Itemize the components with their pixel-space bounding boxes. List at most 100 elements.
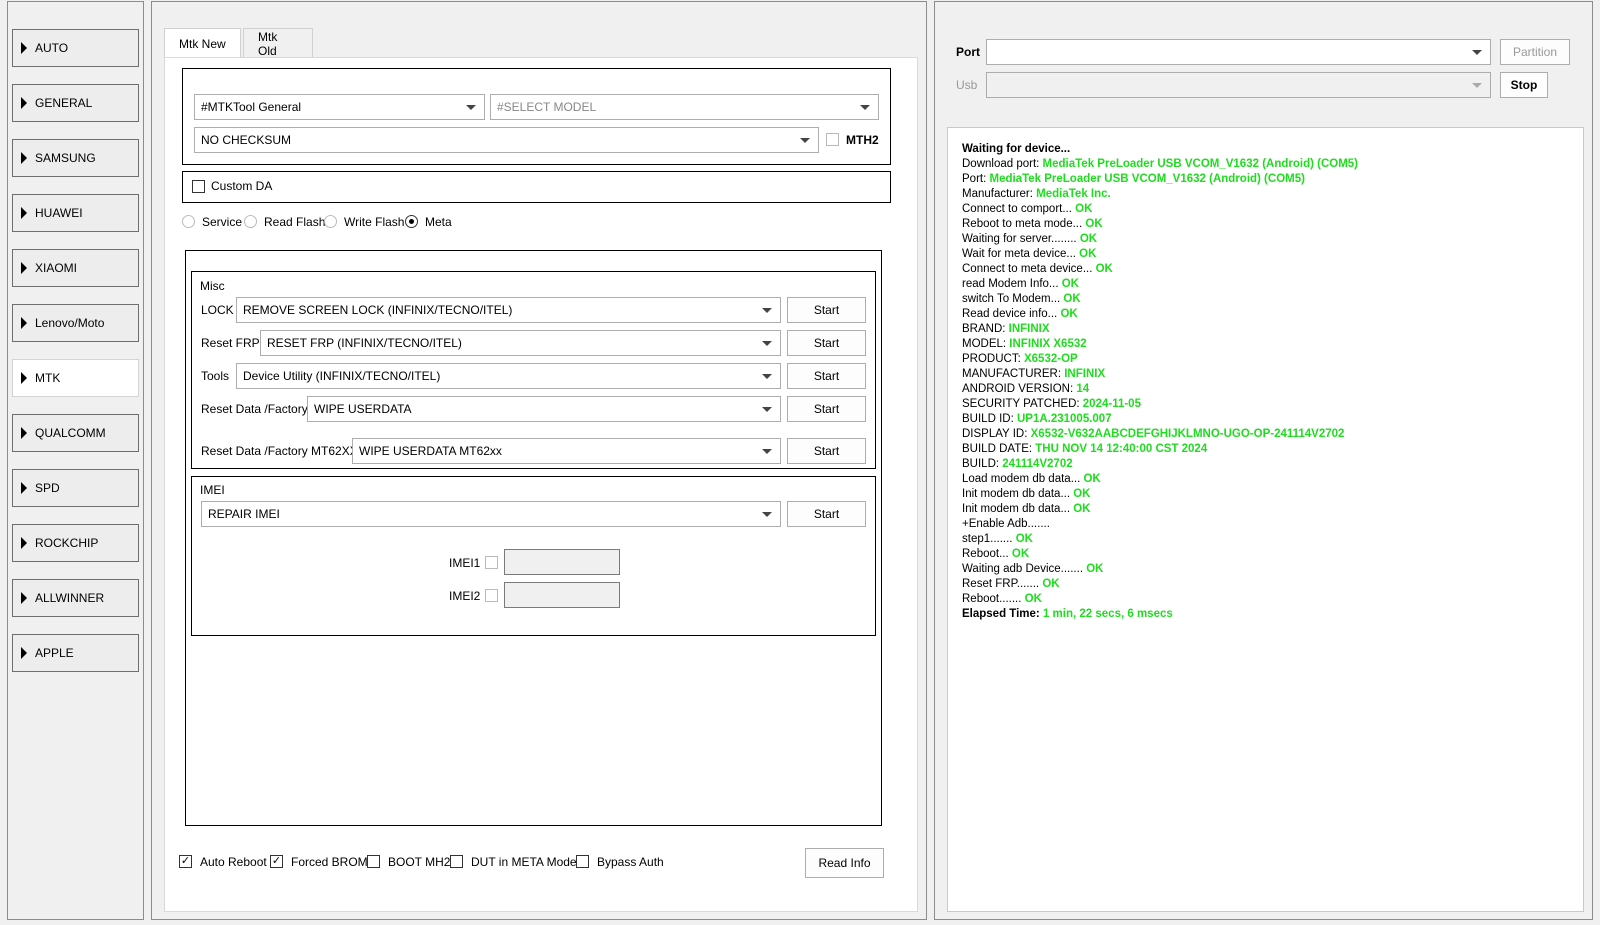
reset-frp-select-value: RESET FRP (INFINIX/TECNO/ITEL) bbox=[267, 336, 462, 350]
log-line-text: Download port: bbox=[962, 158, 1043, 170]
imei-start-button[interactable]: Start bbox=[787, 501, 866, 527]
log-line-status: OK bbox=[1061, 278, 1079, 290]
model-select[interactable]: #SELECT MODEL bbox=[490, 94, 879, 120]
log-line-status: MediaTek Inc. bbox=[1036, 188, 1111, 200]
custom-da-box: Custom DA bbox=[182, 171, 891, 203]
sidebar-item-samsung[interactable]: SAMSUNG bbox=[12, 139, 139, 177]
sidebar-item-qualcomm[interactable]: QUALCOMM bbox=[12, 414, 139, 452]
read-info-button[interactable]: Read Info bbox=[805, 848, 884, 878]
reset-frp-start-button[interactable]: Start bbox=[787, 330, 866, 356]
dut-meta-mode-checkbox[interactable] bbox=[450, 855, 463, 868]
tools-select[interactable]: Device Utility (INFINIX/TECNO/ITEL) bbox=[236, 363, 781, 389]
tools-start-button[interactable]: Start bbox=[787, 363, 866, 389]
log-line: Init modem db data... OK bbox=[962, 487, 1583, 502]
log-line: MODEL: INFINIX X6532 bbox=[962, 337, 1583, 352]
sidebar-item-general[interactable]: GENERAL bbox=[12, 84, 139, 122]
triangle-right-icon bbox=[21, 482, 27, 494]
mode-read-flash-radio[interactable] bbox=[244, 215, 257, 228]
lock-label: LOCK bbox=[201, 303, 234, 317]
log-line: Waiting for server........ OK bbox=[962, 232, 1583, 247]
reset-data-mt62xx-start-button[interactable]: Start bbox=[787, 438, 866, 464]
triangle-right-icon bbox=[21, 372, 27, 384]
mth2-checkbox[interactable] bbox=[826, 133, 839, 146]
log-line-text: Reset FRP....... bbox=[962, 578, 1043, 590]
operations-box: Misc LOCK REMOVE SCREEN LOCK (INFINIX/TE… bbox=[185, 250, 882, 826]
tool-select[interactable]: #MTKTool General bbox=[194, 94, 485, 120]
tab-mtk-new[interactable]: Mtk New bbox=[164, 28, 241, 58]
sidebar-item-rockchip[interactable]: ROCKCHIP bbox=[12, 524, 139, 562]
bypass-auth-checkbox[interactable] bbox=[576, 855, 589, 868]
log-line: Port: MediaTek PreLoader USB VCOM_V1632 … bbox=[962, 172, 1583, 187]
log-line-status: 14 bbox=[1076, 383, 1090, 395]
stop-button[interactable]: Stop bbox=[1500, 72, 1548, 98]
log-line-text: Reboot... bbox=[962, 548, 1012, 560]
log-line-status: OK bbox=[1079, 233, 1098, 245]
radio-selected-dot bbox=[409, 219, 414, 224]
log-line: Connect to meta device... OK bbox=[962, 262, 1583, 277]
log-line-text: MODEL: bbox=[962, 338, 1010, 350]
reset-data-mt62xx-select[interactable]: WIPE USERDATA MT62xx bbox=[352, 438, 781, 464]
custom-da-checkbox[interactable] bbox=[192, 180, 205, 193]
imei1-checkbox[interactable] bbox=[485, 556, 498, 569]
boot-mh2-checkbox[interactable] bbox=[367, 855, 380, 868]
sidebar-item-label: XIAOMI bbox=[35, 261, 78, 275]
log-line-text: PRODUCT: bbox=[962, 353, 1024, 365]
log-line-text: BUILD DATE: bbox=[962, 443, 1036, 455]
imei-select[interactable]: REPAIR IMEI bbox=[201, 501, 781, 527]
log-line-status: OK bbox=[1042, 578, 1060, 590]
auto-reboot-checkbox[interactable]: ✓ bbox=[179, 855, 192, 868]
mode-write-flash-radio[interactable] bbox=[324, 215, 337, 228]
reset-data-start-button[interactable]: Start bbox=[787, 396, 866, 422]
log-line: read Modem Info... OK bbox=[962, 277, 1583, 292]
chevron-down-icon bbox=[762, 407, 772, 412]
tab-mtk-old[interactable]: Mtk Old bbox=[243, 28, 313, 58]
usb-select[interactable] bbox=[986, 72, 1491, 98]
log-line-text: Init modem db data... bbox=[962, 488, 1074, 500]
misc-group: Misc LOCK REMOVE SCREEN LOCK (INFINIX/TE… bbox=[191, 271, 876, 469]
chevron-down-icon bbox=[762, 449, 772, 454]
mode-read-flash-label: Read Flash bbox=[264, 215, 326, 229]
log-line: Reboot....... OK bbox=[962, 592, 1583, 607]
triangle-right-icon bbox=[21, 42, 27, 54]
sidebar-item-spd[interactable]: SPD bbox=[12, 469, 139, 507]
log-line-text: BUILD: bbox=[962, 458, 1003, 470]
lock-start-button[interactable]: Start bbox=[787, 297, 866, 323]
log-line-status: OK bbox=[1075, 203, 1093, 215]
triangle-right-icon bbox=[21, 317, 27, 329]
tab-content: #MTKTool General #SELECT MODEL NO CHECKS… bbox=[164, 57, 918, 912]
checksum-select[interactable]: NO CHECKSUM bbox=[194, 127, 819, 153]
mode-meta-radio[interactable] bbox=[405, 215, 418, 228]
sidebar-item-apple[interactable]: APPLE bbox=[12, 634, 139, 672]
log-line-text: Connect to meta device... bbox=[962, 263, 1096, 275]
lock-select[interactable]: REMOVE SCREEN LOCK (INFINIX/TECNO/ITEL) bbox=[236, 297, 781, 323]
sidebar-item-mtk[interactable]: MTK bbox=[12, 359, 139, 397]
imei2-checkbox[interactable] bbox=[485, 589, 498, 602]
triangle-right-icon bbox=[21, 97, 27, 109]
reset-frp-select[interactable]: RESET FRP (INFINIX/TECNO/ITEL) bbox=[260, 330, 781, 356]
partition-button[interactable]: Partition bbox=[1500, 39, 1570, 65]
log-line: Wait for meta device... OK bbox=[962, 247, 1583, 262]
sidebar-item-allwinner[interactable]: ALLWINNER bbox=[12, 579, 139, 617]
tools-label: Tools bbox=[201, 369, 230, 383]
sidebar-item-lenovo-moto[interactable]: Lenovo/Moto bbox=[12, 304, 139, 342]
usb-label: Usb bbox=[956, 78, 978, 92]
log-line-status: INFINIX bbox=[1064, 368, 1106, 380]
imei1-field[interactable] bbox=[504, 549, 620, 575]
reset-data-select[interactable]: WIPE USERDATA bbox=[307, 396, 781, 422]
dut-meta-mode-label: DUT in META Mode bbox=[471, 855, 577, 869]
imei2-field[interactable] bbox=[504, 582, 620, 608]
log-line-text: BUILD ID: bbox=[962, 413, 1017, 425]
sidebar-item-huawei[interactable]: HUAWEI bbox=[12, 194, 139, 232]
port-select[interactable] bbox=[986, 39, 1491, 65]
mode-service-radio[interactable] bbox=[182, 215, 195, 228]
log-line-status: OK bbox=[1086, 563, 1104, 575]
log-line-text: Init modem db data... bbox=[962, 503, 1074, 515]
sidebar-item-xiaomi[interactable]: XIAOMI bbox=[12, 249, 139, 287]
sidebar-item-label: MTK bbox=[35, 371, 61, 385]
forced-brom-checkbox[interactable]: ✓ bbox=[270, 855, 283, 868]
chevron-down-icon bbox=[466, 105, 476, 110]
log-line-status: OK bbox=[1085, 218, 1103, 230]
log-line-status: THU NOV 14 12:40:00 CST 2024 bbox=[1035, 443, 1208, 455]
brand-sidebar: AUTO GENERAL SAMSUNG HUAWEI XIAOMI Lenov… bbox=[7, 1, 144, 920]
sidebar-item-auto[interactable]: AUTO bbox=[12, 29, 139, 67]
